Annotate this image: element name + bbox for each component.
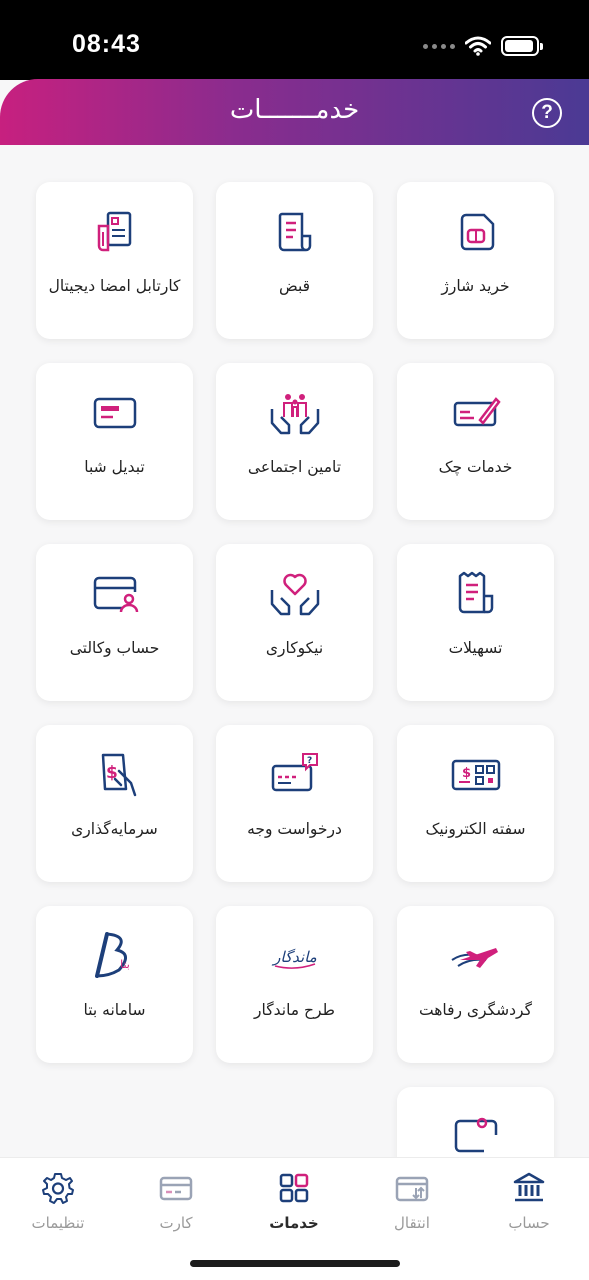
grid-icon [279, 1173, 309, 1203]
nav-label: تنظیمات [31, 1214, 85, 1232]
gear-icon [42, 1173, 74, 1204]
nav-item-card[interactable]: کارت [131, 1170, 221, 1232]
service-label: نیکوکاری [265, 639, 324, 657]
cheque-icon [453, 397, 501, 427]
service-tile-e-promissory[interactable]: $ سفته الکترونیک [397, 725, 554, 882]
mandegar-logo-text: ماندگار [271, 948, 317, 966]
svg-text:?: ? [307, 756, 312, 766]
sim-card-icon [460, 213, 495, 251]
service-label: سامانه بتا [83, 1001, 146, 1019]
e-promissory-icon: $ [451, 759, 501, 791]
nav-item-services[interactable]: خدمات [249, 1170, 339, 1232]
bill-icon [278, 212, 312, 252]
card-icon [159, 1176, 193, 1201]
proxy-account-icon [93, 576, 139, 613]
money-request-icon: ? [271, 753, 318, 792]
service-tile-investment[interactable]: $ سرمایه‌گذاری [36, 725, 193, 882]
investment-icon: $ [101, 753, 137, 797]
svg-text:$: $ [462, 766, 471, 781]
service-tile-partial[interactable] [397, 1087, 554, 1157]
nav-label: انتقال [394, 1214, 430, 1232]
bank-icon [513, 1172, 545, 1202]
service-tile-digital-signature[interactable]: کارتابل امضا دیجیتال [36, 182, 193, 339]
services-grid: خرید شارژ قبض کارتابل امضا دیجیتال خدمات… [0, 145, 589, 1157]
home-indicator [190, 1260, 400, 1267]
service-tile-social-security[interactable]: تامین اجتماعی [216, 363, 373, 520]
tourism-plane-icon [451, 948, 498, 968]
service-tile-tourism[interactable]: گردشگری رفاهت [397, 906, 554, 1063]
battery-icon [501, 36, 543, 56]
sheba-card-icon [93, 397, 137, 429]
signal-dots-icon [423, 43, 455, 49]
service-label: سرمایه‌گذاری [71, 820, 158, 838]
mandegar-logo-icon: ماندگار [271, 948, 317, 969]
social-security-icon [270, 394, 320, 435]
facilities-icon [458, 571, 494, 614]
service-tile-money-request[interactable]: ? درخواست وجه [216, 725, 373, 882]
service-label: خرید شارژ [441, 277, 510, 295]
service-label: درخواست وجه [247, 820, 342, 838]
beta-logo-text: بتا [120, 958, 130, 971]
service-tile-mandegar[interactable]: ماندگار طرح ماندگار [216, 906, 373, 1063]
nav-item-settings[interactable]: تنظیمات [13, 1170, 103, 1232]
service-label: حساب وکالتی [69, 639, 160, 657]
service-label: کارتابل امضا دیجیتال [48, 277, 181, 295]
partial-tile-icon [454, 1117, 498, 1153]
service-tile-proxy-account[interactable]: حساب وکالتی [36, 544, 193, 701]
nav-label: کارت [159, 1214, 193, 1232]
wifi-icon [465, 36, 491, 56]
nav-item-account[interactable]: حساب [484, 1170, 574, 1232]
status-time: 08:43 [72, 30, 141, 58]
transfer-icon [395, 1176, 429, 1202]
service-tile-sheba[interactable]: تبدیل شبا [36, 363, 193, 520]
beta-logo-icon: بتا [95, 932, 130, 978]
service-label: سفته الکترونیک [425, 820, 526, 838]
service-label: طرح ماندگار [254, 1001, 335, 1019]
service-label: گردشگری رفاهت [418, 1001, 532, 1019]
service-label: تامین اجتماعی [247, 458, 342, 476]
status-indicators [423, 36, 543, 56]
nav-label: حساب [508, 1214, 550, 1232]
header: خدمـــــــات ? [0, 79, 589, 145]
nav-item-transfer[interactable]: انتقال [367, 1170, 457, 1232]
service-tile-bill[interactable]: قبض [216, 182, 373, 339]
service-label: قبض [278, 277, 311, 295]
service-label: خدمات چک [438, 458, 513, 476]
page-title: خدمـــــــات [229, 95, 360, 125]
service-tile-beta[interactable]: بتا سامانه بتا [36, 906, 193, 1063]
service-label: تسهیلات [448, 639, 503, 657]
service-tile-buy-charge[interactable]: خرید شارژ [397, 182, 554, 339]
charity-icon [270, 573, 320, 616]
service-tile-charity[interactable]: نیکوکاری [216, 544, 373, 701]
help-button[interactable]: ? [532, 98, 562, 128]
digital-signature-icon [97, 211, 132, 252]
service-tile-cheque[interactable]: خدمات چک [397, 363, 554, 520]
status-bar: 08:43 [0, 0, 589, 80]
service-tile-facilities[interactable]: تسهیلات [397, 544, 554, 701]
service-label: تبدیل شبا [84, 458, 145, 476]
nav-label: خدمات [269, 1214, 319, 1232]
